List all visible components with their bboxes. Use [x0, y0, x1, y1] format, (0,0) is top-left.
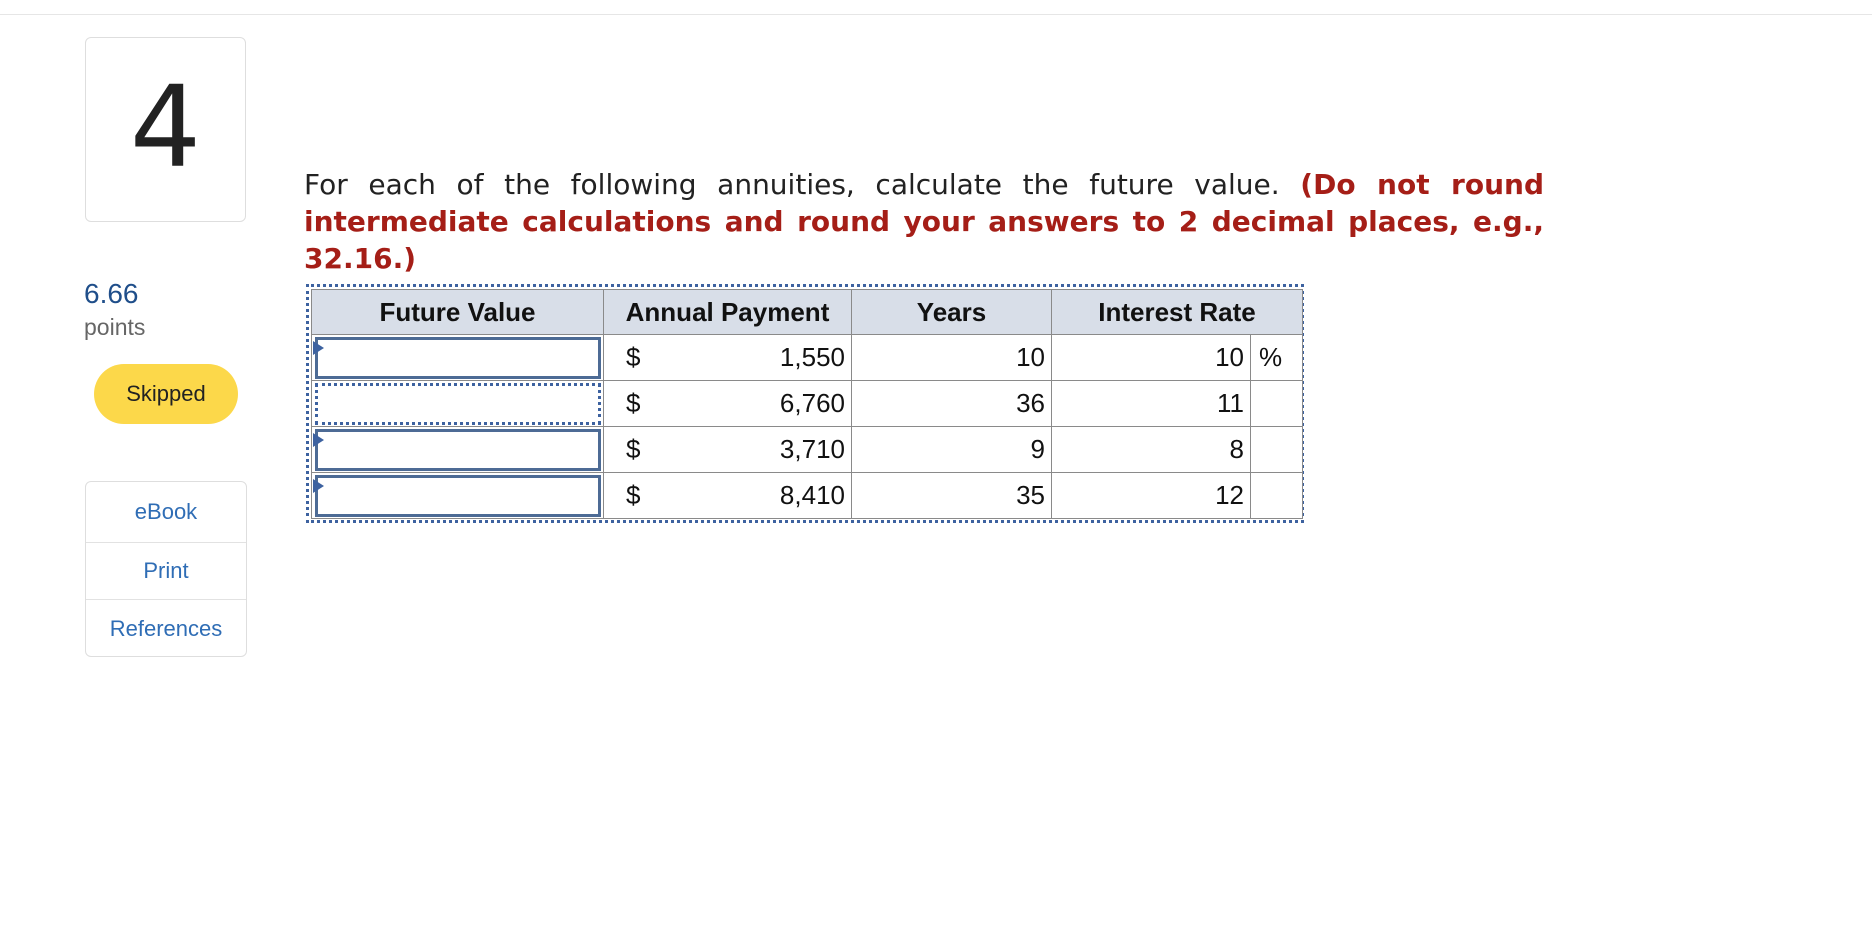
points-label: points — [84, 314, 146, 340]
rate-value: 11 — [1051, 380, 1251, 427]
header-annual-payment: Annual Payment — [603, 289, 852, 335]
rate-value: 8 — [1051, 426, 1251, 473]
header-future-value: Future Value — [311, 289, 604, 335]
top-divider — [0, 14, 1872, 15]
payment-value: 1,550 — [779, 342, 845, 372]
future-value-input-1[interactable] — [315, 337, 601, 379]
percent-cell — [1250, 380, 1303, 427]
payment-value: 3,710 — [779, 434, 845, 464]
references-link[interactable]: References — [86, 599, 246, 656]
payment-value: 6,760 — [779, 388, 845, 418]
print-link[interactable]: Print — [86, 542, 246, 599]
rate-value: 10 — [1051, 334, 1251, 381]
future-value-input-2[interactable] — [315, 383, 601, 425]
percent-cell — [1250, 426, 1303, 473]
header-years: Years — [851, 289, 1052, 335]
percent-symbol: % — [1250, 334, 1303, 381]
input-marker-icon — [313, 341, 324, 355]
years-value: 9 — [851, 426, 1052, 473]
input-marker-icon — [313, 433, 324, 447]
annuity-table: Future Value Annual Payment Years Intere… — [306, 284, 1304, 523]
years-value: 35 — [851, 472, 1052, 519]
header-interest-rate: Interest Rate — [1051, 289, 1303, 335]
question-text: For each of the following annuities, cal… — [304, 166, 1544, 277]
input-marker-icon — [313, 479, 324, 493]
future-value-input-3[interactable] — [315, 429, 601, 471]
payment-value: 8,410 — [779, 480, 845, 510]
points-value: 6.66 — [84, 278, 139, 309]
resource-links: eBook Print References — [85, 481, 247, 657]
ebook-link[interactable]: eBook — [86, 482, 246, 542]
status-badge: Skipped — [94, 364, 238, 424]
question-number: 4 — [129, 62, 202, 193]
rate-value: 12 — [1051, 472, 1251, 519]
question-number-box: 4 — [85, 37, 246, 222]
future-value-input-4[interactable] — [315, 475, 601, 517]
percent-cell — [1250, 472, 1303, 519]
question-prompt: For each of the following annuities, cal… — [304, 168, 1280, 201]
years-value: 10 — [851, 334, 1052, 381]
years-value: 36 — [851, 380, 1052, 427]
